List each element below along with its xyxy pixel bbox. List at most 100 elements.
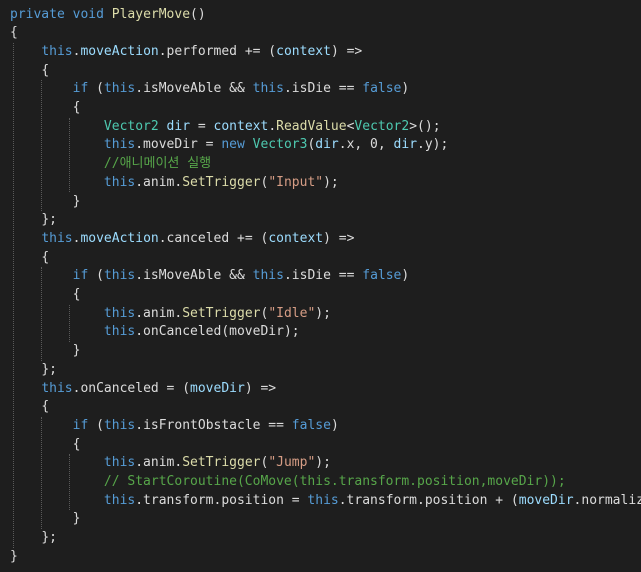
code-token: .transform.position + ( xyxy=(338,492,519,508)
code-line[interactable]: } xyxy=(10,548,18,567)
code-token: moveAction xyxy=(80,43,159,59)
code-token: void xyxy=(72,6,104,22)
code-token: //애니메이션 실행 xyxy=(103,156,212,172)
code-token: ) => xyxy=(244,380,277,396)
code-token: = xyxy=(190,118,214,134)
code-token: this xyxy=(103,81,136,97)
code-line[interactable]: } xyxy=(10,510,81,529)
code-line[interactable]: { xyxy=(10,398,49,417)
code-token: false xyxy=(291,417,331,433)
code-token: { xyxy=(72,100,81,115)
code-editor[interactable]: private void PlayerMove(){ this.moveActi… xyxy=(0,0,641,572)
code-token: this xyxy=(252,268,284,284)
code-token: } xyxy=(72,343,81,359)
code-token: }; xyxy=(41,361,57,377)
code-token: moveDir xyxy=(518,492,574,508)
code-token: dir xyxy=(393,137,418,153)
code-token: context xyxy=(213,118,269,134)
code-token: ReadValue xyxy=(276,118,347,134)
code-line[interactable]: if (this.isMoveAble && this.isDie == fal… xyxy=(10,267,410,286)
code-line[interactable]: // StartCoroutine(CoMove(this.transform.… xyxy=(10,473,566,492)
code-token: } xyxy=(72,511,81,527)
code-token: .onCanceled(moveDir); xyxy=(135,324,300,340)
code-line[interactable]: this.moveAction.performed += (context) =… xyxy=(10,43,362,62)
code-line[interactable]: Vector2 dir = context.ReadValue<Vector2>… xyxy=(10,118,441,137)
code-token: .moveDir = xyxy=(135,137,222,153)
code-token: this xyxy=(103,455,136,471)
code-token: .x, 0, xyxy=(338,137,394,153)
code-token: this xyxy=(252,81,284,97)
code-line[interactable]: } xyxy=(10,193,81,212)
code-line[interactable]: this.anim.SetTrigger("Jump"); xyxy=(10,454,331,473)
code-line[interactable]: if (this.isMoveAble && this.isDie == fal… xyxy=(10,80,410,99)
code-token: { xyxy=(41,399,50,415)
code-token: "Input" xyxy=(268,174,324,190)
code-line[interactable]: }; xyxy=(10,211,57,230)
code-token: { xyxy=(72,436,81,452)
code-token: .onCanceled = ( xyxy=(72,380,191,396)
code-token: this xyxy=(103,268,136,284)
code-token: Vector2 xyxy=(103,118,159,134)
code-line[interactable]: this.onCanceled = (moveDir) => xyxy=(10,380,276,399)
code-line[interactable]: { xyxy=(10,249,49,268)
code-token: this xyxy=(307,492,339,508)
code-token: this xyxy=(103,417,136,433)
code-token: dir xyxy=(166,118,191,134)
code-line[interactable]: this.transform.position = this.transform… xyxy=(10,492,641,511)
code-token: this xyxy=(103,324,136,340)
code-line[interactable]: { xyxy=(10,286,81,305)
code-line[interactable]: //애니메이션 실행 xyxy=(10,155,211,174)
code-token: dir xyxy=(315,137,339,153)
code-token: this xyxy=(103,305,136,321)
code-line[interactable]: { xyxy=(10,436,81,455)
code-line[interactable]: { xyxy=(10,24,18,43)
code-line[interactable]: if (this.isFrontObstacle == false) xyxy=(10,417,339,436)
code-token: ) xyxy=(401,81,410,97)
code-token: } xyxy=(72,193,81,209)
code-token: ); xyxy=(315,305,331,321)
code-token: context xyxy=(276,43,331,59)
code-token: // StartCoroutine(CoMove(this.transform.… xyxy=(103,474,566,489)
code-token: SetTrigger xyxy=(182,455,261,471)
code-token: this xyxy=(103,492,136,508)
code-token: ); xyxy=(323,174,339,190)
code-token: false xyxy=(362,81,402,97)
code-token: ) xyxy=(401,268,410,284)
code-line[interactable]: { xyxy=(10,99,81,118)
code-token: this xyxy=(103,137,136,153)
code-token: moveDir xyxy=(190,380,245,396)
code-line[interactable]: }; xyxy=(10,361,57,380)
code-token: PlayerMove xyxy=(111,6,191,22)
code-line[interactable]: } xyxy=(10,342,81,361)
code-token: ) => xyxy=(330,43,363,59)
code-token: Vector2 xyxy=(354,118,410,134)
code-token: { xyxy=(41,62,50,78)
code-token: ) xyxy=(330,417,339,433)
code-line[interactable]: this.anim.SetTrigger("Input"); xyxy=(10,174,339,193)
code-token: this xyxy=(41,230,73,246)
code-token: .isFrontObstacle == xyxy=(135,417,292,433)
code-line[interactable]: { xyxy=(10,62,49,81)
code-token: ) => xyxy=(323,230,355,246)
code-token: { xyxy=(41,249,50,265)
code-token: { xyxy=(72,287,81,302)
code-token: this xyxy=(41,43,73,59)
code-token: this xyxy=(103,174,136,190)
code-line[interactable]: this.onCanceled(moveDir); xyxy=(10,323,300,342)
code-line[interactable]: private void PlayerMove() xyxy=(10,6,206,25)
code-token: if xyxy=(72,417,89,433)
code-token: .isMoveAble && xyxy=(135,268,253,284)
code-token: ( xyxy=(88,268,104,284)
code-token: "Idle" xyxy=(268,305,316,321)
code-line[interactable]: this.anim.SetTrigger("Idle"); xyxy=(10,305,331,324)
code-line[interactable]: }; xyxy=(10,529,57,548)
code-token: }; xyxy=(41,530,57,546)
code-token: .isDie == xyxy=(283,268,363,284)
code-line[interactable]: this.moveAction.canceled += (context) => xyxy=(10,230,354,249)
code-token: Vector3 xyxy=(252,137,308,153)
code-token: ( xyxy=(88,417,104,433)
code-token: } xyxy=(10,548,18,564)
code-line[interactable]: this.moveDir = new Vector3(dir.x, 0, dir… xyxy=(10,136,448,155)
